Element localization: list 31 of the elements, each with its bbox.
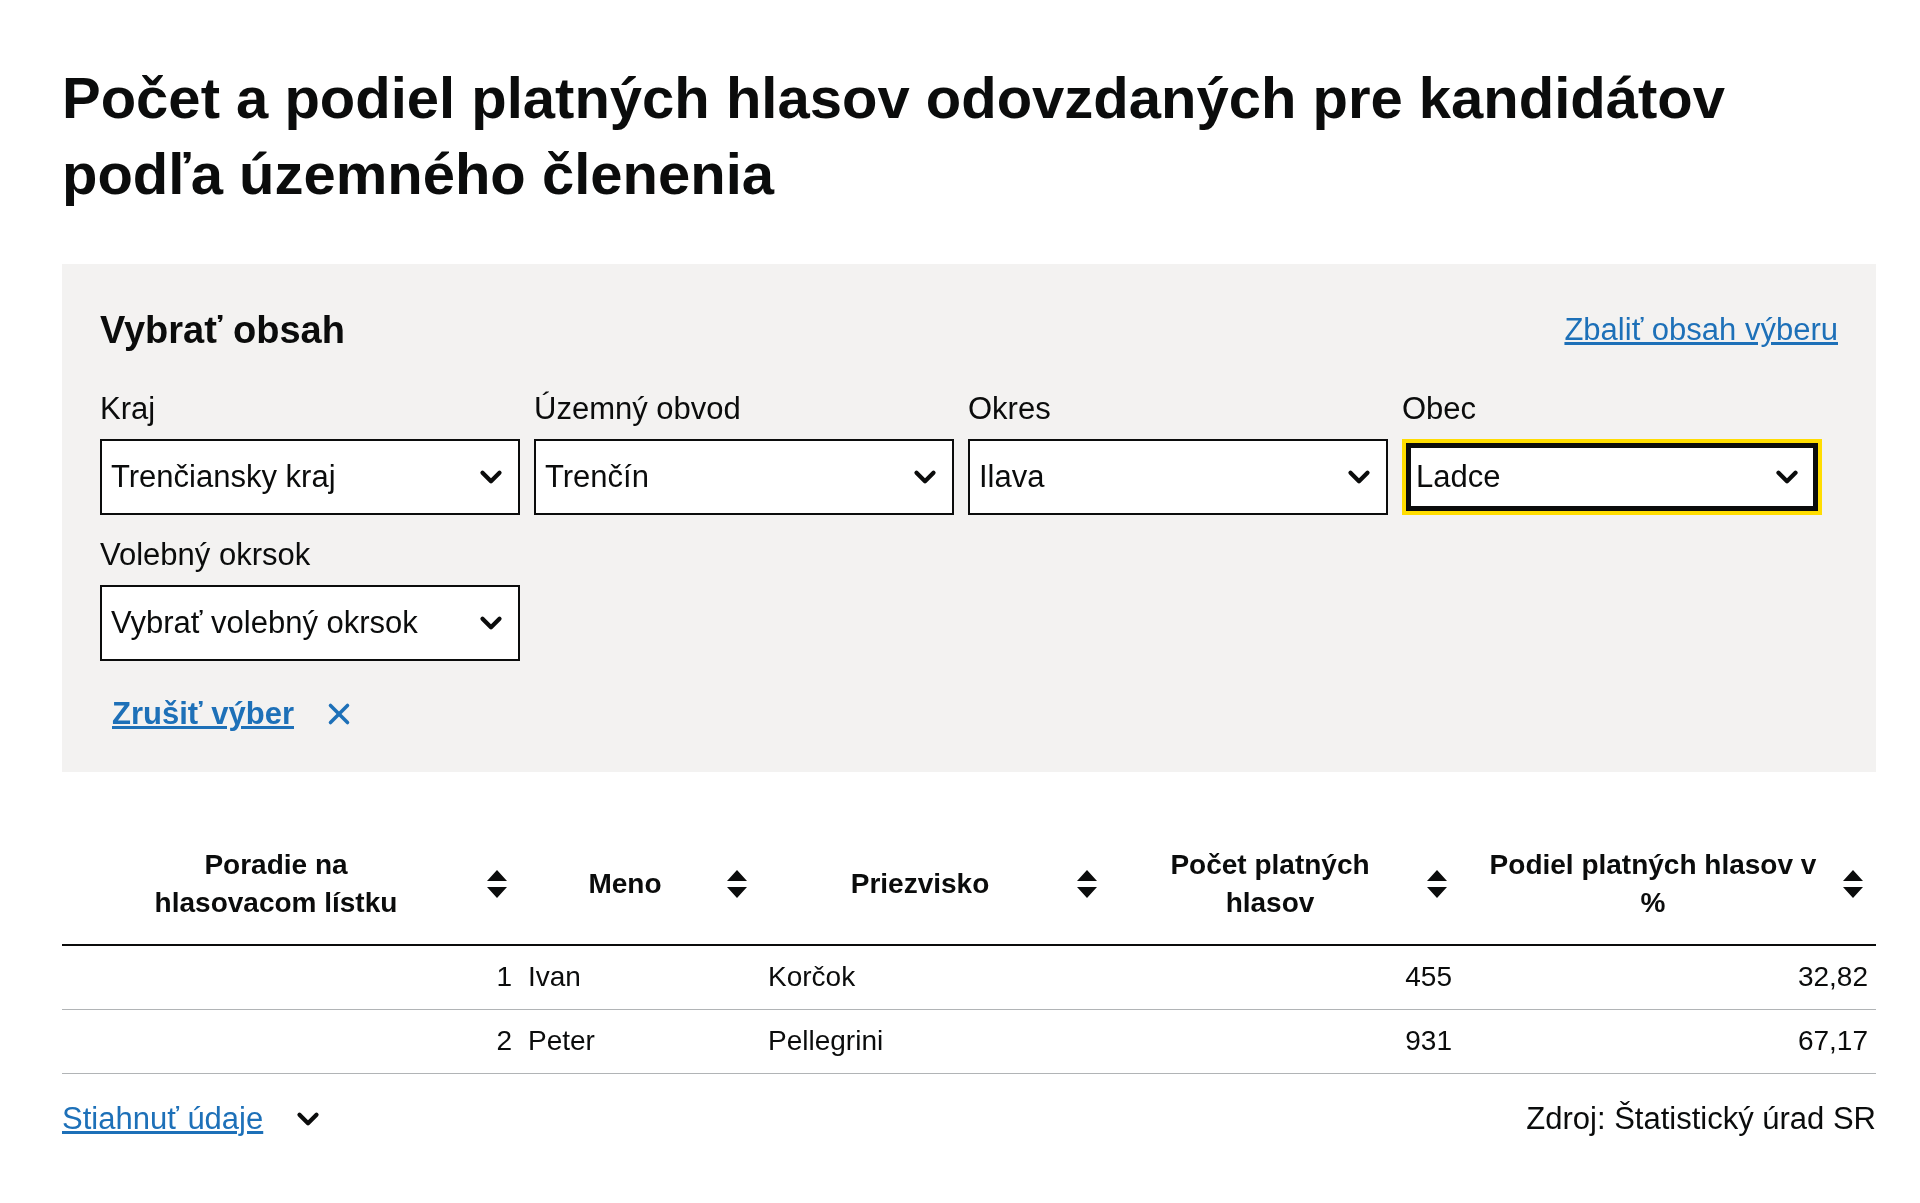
select-field[interactable]: Ilava xyxy=(968,439,1388,515)
panel-heading: Vybrať obsah xyxy=(100,308,345,353)
select-label: Okres xyxy=(968,390,1052,428)
select-field[interactable]: Ladce xyxy=(1402,439,1822,515)
select-label: Obec xyxy=(1402,390,1478,428)
table-cell: 1 xyxy=(496,961,512,992)
table-cell: 32,82 xyxy=(1797,961,1868,992)
select-field[interactable]: Trenčín xyxy=(534,439,954,515)
column-header: Počet platných hlasov xyxy=(1169,847,1371,920)
table-cell: 931 xyxy=(1405,1025,1452,1056)
page-title: Počet a podiel platných hlasov odovzdaných pre kandidátov podľa územného členenia xyxy=(62,64,1727,208)
clear-selection-link[interactable]: Zrušiť výber xyxy=(112,691,294,738)
select-field[interactable]: Vybrať volebný okrsok xyxy=(100,585,520,661)
table-cell: Pellegrini xyxy=(768,1025,884,1056)
table-cell: 455 xyxy=(1405,961,1452,992)
download-link[interactable]: Stiahnuť údaje xyxy=(62,1095,264,1142)
collapse-link[interactable]: Zbaliť obsah výberu xyxy=(1564,307,1838,354)
select-field[interactable]: Trenčiansky kraj xyxy=(100,439,520,515)
column-header: Podiel platných hlasov v % xyxy=(1488,847,1818,920)
table-cell: Peter xyxy=(528,1025,595,1056)
select-label: Kraj xyxy=(100,390,157,428)
table-cell: 2 xyxy=(496,1025,512,1056)
column-header: Priezvisko xyxy=(850,866,990,901)
column-header: Meno xyxy=(588,866,662,901)
column-header: Poradie na hlasovacom lístku xyxy=(153,847,399,920)
select-label: Územný obvod xyxy=(534,390,742,428)
table-cell: Ivan xyxy=(528,961,581,992)
source-note: Zdroj: Štatistický úrad SR xyxy=(1526,1099,1876,1138)
table-cell: 67,17 xyxy=(1797,1025,1868,1056)
select-label: Volebný okrsok xyxy=(100,536,312,574)
table-cell: Korčok xyxy=(768,961,856,992)
